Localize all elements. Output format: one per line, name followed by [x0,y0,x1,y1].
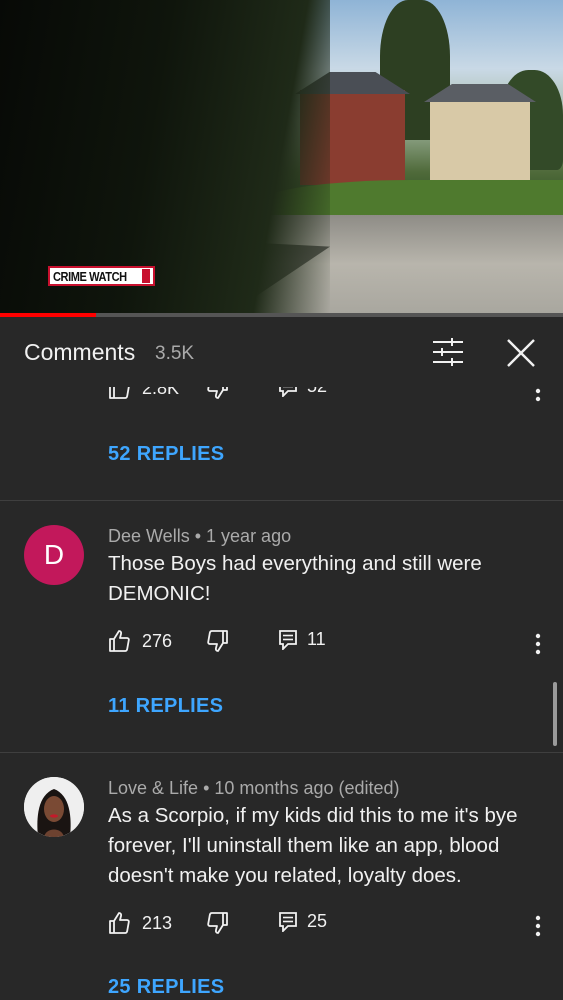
comment-meta: Love & Life • 10 months ago (edited) [108,778,400,799]
avatar-photo [24,777,84,837]
thumbs-down-icon [207,630,228,652]
dislike-button[interactable] [205,629,229,653]
more-options-icon[interactable] [535,915,541,937]
comment-text-line: As a Scorpio, if my kids did this to me … [108,804,518,827]
comment-text: As a Scorpio, if my kids did this to me … [108,801,538,891]
reply-button[interactable]: 52 [279,387,327,397]
like-count: 2.8K [142,387,180,398]
thumbs-up-icon [109,912,130,934]
comment-text-line: DEMONIC! [108,582,211,605]
comment-actions: 2.8K 52 [0,387,563,406]
reply-icon [279,911,297,932]
reply-icon [279,629,297,650]
comments-list[interactable]: 2.8K 52 52 REPLIES D Dee Wells • 1 year … [0,387,563,1000]
reply-button[interactable]: 11 [279,629,326,650]
avatar[interactable] [24,777,84,837]
reply-button[interactable]: 25 [279,911,327,932]
avatar-letter: D [43,539,65,570]
like-count: 213 [142,912,173,933]
comment-actions: 276 11 [0,629,563,659]
comment-text: Those Boys had everything and still were… [108,549,538,609]
more-options-icon[interactable] [535,633,541,655]
comment-text-line: doesn't make you related, loyalty does. [108,864,462,887]
comment-time: 10 months ago (edited) [214,778,400,798]
comment-text-line: forever, I'll uninstall them like an app… [108,834,500,857]
view-replies-link[interactable]: 25 REPLIES [108,976,224,999]
comment-divider [0,500,563,501]
dislike-button[interactable] [205,387,229,400]
channel-watermark-logo: CRIME WATCH [48,266,155,286]
meta-separator: • [194,526,207,546]
like-button[interactable]: 276 [108,629,172,653]
thumbs-up-icon [109,630,130,652]
view-replies-link[interactable]: 11 REPLIES [108,695,223,718]
thumbs-down-icon [207,912,228,934]
scrollbar-thumb[interactable] [553,682,557,746]
like-count: 276 [142,630,173,651]
more-options-icon[interactable] [535,387,541,402]
comments-header: Comments 3.5K [0,317,563,387]
watermark-tag [141,269,150,283]
meta-separator: • [203,778,215,798]
comment-author[interactable]: Love & Life [108,778,198,798]
reply-count: 52 [307,387,327,397]
comment-actions: 213 25 [0,911,563,941]
comment-time: 1 year ago [206,526,292,546]
avatar[interactable]: D [24,525,84,585]
thumbs-up-icon [109,387,130,399]
comment-meta: Dee Wells • 1 year ago [108,526,291,547]
dislike-button[interactable] [205,911,229,935]
comment-divider [0,752,563,753]
watermark-text: CRIME WATCH [53,268,127,284]
view-replies-link[interactable]: 52 REPLIES [108,443,224,466]
comment-author[interactable]: Dee Wells [108,526,190,546]
like-button[interactable]: 2.8K [108,387,179,400]
reply-icon [279,387,297,397]
like-button[interactable]: 213 [108,911,172,935]
close-icon[interactable] [505,337,537,369]
comments-title: Comments [24,339,136,365]
comment-text-line: Those Boys had everything and still were [108,552,482,575]
sort-filter-icon[interactable] [433,338,463,366]
reply-count: 25 [307,911,328,931]
thumbs-down-icon [207,387,228,399]
video-player[interactable]: CRIME WATCH [0,0,563,313]
reply-count: 11 [307,629,326,649]
comments-count: 3.5K [155,343,195,364]
video-frame-house [424,84,536,188]
